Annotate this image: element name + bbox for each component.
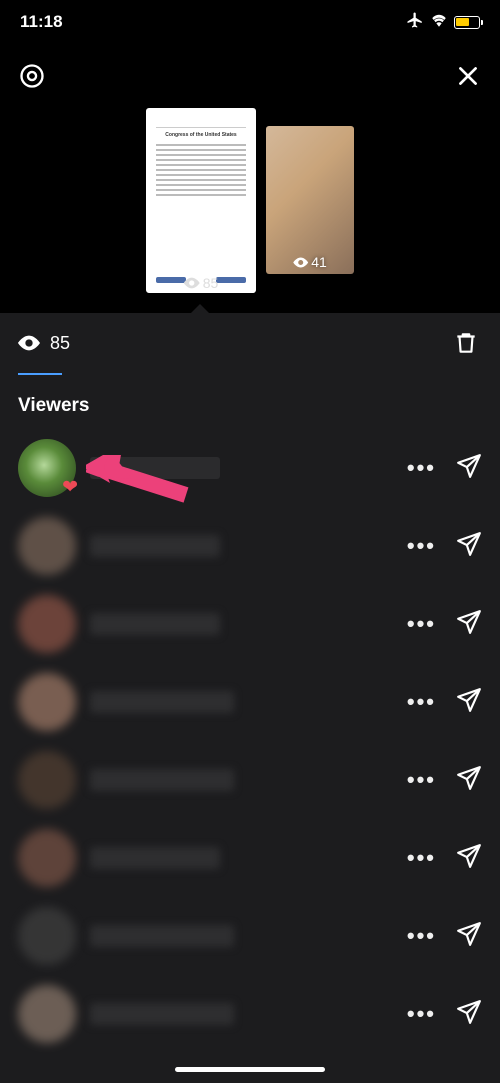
more-options-button[interactable]: •••	[407, 611, 436, 637]
story-thumbnail[interactable]: 41	[266, 126, 354, 274]
more-options-button[interactable]: •••	[407, 845, 436, 871]
close-button[interactable]	[452, 60, 484, 92]
viewer-row: •••	[0, 897, 500, 975]
viewer-row: •••	[0, 975, 500, 1053]
more-options-button[interactable]: •••	[407, 923, 436, 949]
airplane-mode-icon	[406, 11, 424, 34]
avatar[interactable]	[18, 829, 76, 887]
avatar[interactable]	[18, 751, 76, 809]
viewer-username[interactable]	[90, 457, 220, 479]
more-options-button[interactable]: •••	[407, 533, 436, 559]
send-button[interactable]	[456, 843, 482, 874]
status-bar: 11:18	[0, 0, 500, 44]
more-options-button[interactable]: •••	[407, 1001, 436, 1027]
avatar[interactable]	[18, 673, 76, 731]
send-button[interactable]	[456, 609, 482, 640]
viewer-row: •••	[0, 663, 500, 741]
more-options-button[interactable]: •••	[407, 689, 436, 715]
more-options-button[interactable]: •••	[407, 767, 436, 793]
total-views: 85	[18, 333, 70, 354]
viewer-username[interactable]	[90, 769, 234, 791]
heart-icon: ❤	[62, 476, 78, 499]
viewers-panel: 85 Viewers ❤ ••• •••	[0, 313, 500, 1083]
viewer-username[interactable]	[90, 1003, 234, 1025]
viewer-username[interactable]	[90, 925, 234, 947]
delete-button[interactable]	[450, 327, 482, 359]
settings-button[interactable]	[16, 60, 48, 92]
viewer-username[interactable]	[90, 691, 234, 713]
avatar[interactable]: ❤	[18, 439, 76, 497]
viewer-row: ❤ •••	[0, 429, 500, 507]
avatar[interactable]	[18, 595, 76, 653]
viewer-username[interactable]	[90, 847, 220, 869]
story-thumbnail-views: 85	[184, 275, 219, 291]
avatar[interactable]	[18, 907, 76, 965]
viewer-row: •••	[0, 741, 500, 819]
viewer-username[interactable]	[90, 613, 220, 635]
story-thumbnails: Congress of the United States 85 41	[16, 98, 484, 313]
story-thumbnail-views: 41	[293, 254, 327, 270]
viewer-row: •••	[0, 585, 500, 663]
wifi-icon	[430, 12, 448, 32]
viewer-row: •••	[0, 819, 500, 897]
battery-icon	[454, 16, 480, 29]
home-indicator[interactable]	[175, 1067, 325, 1072]
avatar[interactable]	[18, 985, 76, 1043]
story-header: Congress of the United States 85 41	[0, 44, 500, 313]
status-time: 11:18	[20, 12, 63, 32]
send-button[interactable]	[456, 453, 482, 484]
more-options-button[interactable]: •••	[407, 455, 436, 481]
viewers-header: Viewers	[0, 375, 500, 429]
send-button[interactable]	[456, 765, 482, 796]
send-button[interactable]	[456, 687, 482, 718]
story-thumbnail-selected[interactable]: Congress of the United States	[146, 108, 256, 293]
send-button[interactable]	[456, 999, 482, 1030]
send-button[interactable]	[456, 921, 482, 952]
avatar[interactable]	[18, 517, 76, 575]
status-right	[406, 11, 480, 34]
send-button[interactable]	[456, 531, 482, 562]
viewer-row: •••	[0, 507, 500, 585]
viewer-username[interactable]	[90, 535, 220, 557]
